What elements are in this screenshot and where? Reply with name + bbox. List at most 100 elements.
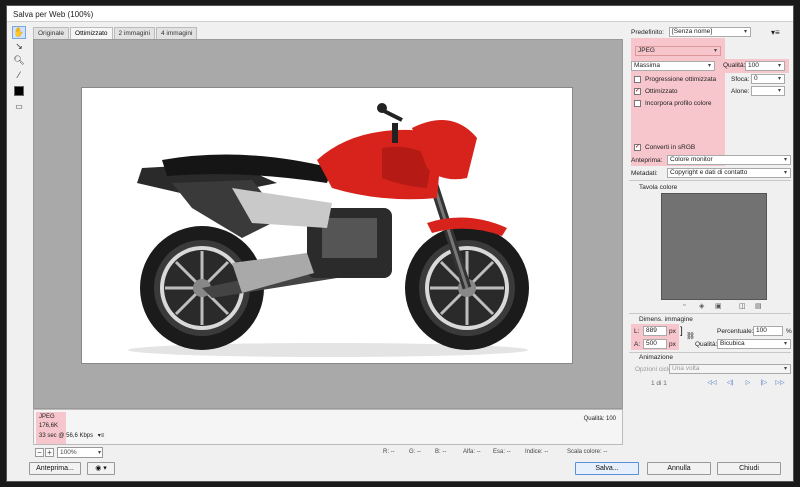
optimized-label: Ottimizzato: [645, 88, 678, 95]
loop-select[interactable]: Una volta ▾: [669, 364, 791, 374]
zoom-out-button[interactable]: −: [35, 448, 44, 457]
web-shift-icon[interactable]: ◈: [699, 302, 704, 310]
loop-label: Opzioni ciclo:: [635, 366, 674, 373]
last-frame-icon[interactable]: ▷▷: [773, 379, 787, 388]
divider: [629, 313, 791, 314]
chevron-down-icon: ▾: [777, 63, 781, 69]
chevron-down-icon: ▾: [783, 157, 787, 163]
format-select[interactable]: JPEG ▾: [635, 46, 721, 56]
preset-select[interactable]: [Senza nome] ▾: [669, 27, 751, 37]
info-format: JPEG: [39, 414, 55, 420]
height-input[interactable]: 500: [643, 339, 667, 349]
animation-label: Animazione: [639, 354, 673, 361]
percent-sign: %: [786, 328, 792, 335]
chain-link-icon[interactable]: ⛓: [686, 332, 695, 340]
height-label: A:: [634, 341, 641, 348]
tab-2-up[interactable]: 2 immagini: [113, 27, 155, 39]
chevron-down-icon: ▾: [743, 29, 747, 35]
zoom-icon[interactable]: 🔍︎: [12, 54, 26, 67]
status-index: Indice: --: [525, 449, 549, 455]
preview-mode-value: Colore monitor: [670, 156, 713, 163]
new-color-icon[interactable]: ◫: [739, 302, 746, 310]
trash-icon[interactable]: ▤: [755, 302, 762, 310]
embed-profile-label: Incorpora profilo colore: [645, 100, 712, 107]
settings-panel: Predefinito: [Senza nome] ▾ ▾≡ JPEG ▾ Ma…: [627, 26, 793, 464]
zoom-level-select[interactable]: 100% ▾: [57, 447, 103, 458]
info-quality: Qualità: 100: [583, 416, 616, 422]
info-download-time-text: 33 sec @ 56,6 Kbps: [39, 433, 94, 439]
quality-label: Qualità:: [723, 62, 746, 69]
chevron-down-icon: ▾: [777, 76, 781, 82]
blur-label: Sfoca:: [731, 76, 750, 83]
eyedropper-icon[interactable]: ⁄: [12, 68, 26, 81]
status-color-scale: Scala colore: --: [567, 449, 608, 455]
quality-input[interactable]: 100 ▾: [745, 61, 785, 71]
percent-value: 100: [756, 327, 767, 334]
hand-tool-icon[interactable]: ✋: [12, 26, 26, 39]
info-download-time: 33 sec @ 56,6 Kbps ▾≡: [39, 432, 104, 439]
info-file-size: 176,6K: [39, 423, 59, 429]
optimized-checkbox[interactable]: ✓: [634, 88, 641, 95]
divider: [629, 180, 791, 181]
convert-srgb-checkbox[interactable]: ✓: [634, 144, 641, 151]
eyedropper-color-swatch[interactable]: [14, 86, 24, 96]
optimize-menu-icon[interactable]: ▾≡: [771, 28, 780, 37]
matte-label: Alone:: [731, 88, 750, 95]
status-r: R: --: [383, 449, 395, 455]
width-unit: px: [669, 328, 676, 335]
window-title: Salva per Web (100%): [13, 10, 94, 19]
blur-input[interactable]: 0 ▾: [751, 74, 785, 84]
previous-frame-icon[interactable]: ◁|: [723, 379, 737, 388]
info-menu-icon[interactable]: ▾≡: [98, 433, 105, 439]
width-value: 889: [646, 327, 657, 334]
image-size-label: Dimens. immagine: [639, 316, 693, 323]
progressive-checkbox[interactable]: [634, 76, 641, 83]
color-table[interactable]: [661, 193, 767, 300]
width-input[interactable]: 889: [643, 326, 667, 336]
height-unit: px: [669, 341, 676, 348]
browser-preview-button[interactable]: ◉ ▾: [87, 462, 115, 475]
play-icon[interactable]: ▷: [741, 379, 755, 388]
quality-preset-select[interactable]: Massima ▾: [631, 61, 715, 71]
divider: [629, 352, 791, 353]
zoom-level-value: 100%: [60, 449, 77, 456]
tab-original[interactable]: Originale: [33, 27, 70, 39]
progressive-label: Progressione ottimizzata: [645, 76, 717, 83]
chevron-down-icon: ▾: [777, 88, 781, 94]
first-frame-icon[interactable]: ◁◁: [705, 379, 719, 388]
view-tabs: Originale Ottimizzato 2 immagini 4 immag…: [33, 27, 198, 39]
lock-color-icon[interactable]: ▣: [715, 302, 722, 310]
map-color-icon[interactable]: ▫: [683, 302, 685, 309]
status-row: − + 100% ▾ R: -- G: -- B: -- Alfa: -- Es…: [33, 447, 623, 459]
width-label: L:: [634, 328, 640, 335]
next-frame-icon[interactable]: |▷: [757, 379, 771, 388]
toggle-slices-icon[interactable]: ▭: [12, 100, 26, 113]
preset-label: Predefinito:: [631, 29, 664, 36]
tab-optimized[interactable]: Ottimizzato: [70, 27, 113, 39]
blur-value: 0: [754, 75, 758, 82]
resample-value: Bicubica: [720, 340, 745, 347]
chevron-down-icon: ▾: [783, 170, 787, 176]
resample-select[interactable]: Bicubica ▾: [717, 339, 791, 349]
resample-label: Qualità:: [695, 341, 718, 348]
matte-select[interactable]: ▾: [751, 86, 785, 96]
loop-value: Una volta: [672, 365, 700, 372]
chevron-down-icon: ▾: [713, 48, 717, 54]
tab-4-up[interactable]: 4 immagini: [155, 27, 198, 39]
percent-input[interactable]: 100: [753, 326, 783, 336]
preview-mode-select[interactable]: Colore monitor ▾: [667, 155, 791, 165]
browser-icon: ◉ ▾: [95, 465, 107, 472]
slice-select-icon[interactable]: ↘: [12, 40, 26, 53]
status-hex: Esa: --: [493, 449, 511, 455]
chevron-down-icon: ▾: [783, 341, 787, 347]
embed-profile-checkbox[interactable]: [634, 100, 641, 107]
metadata-select[interactable]: Copyright e dati di contatto ▾: [667, 168, 791, 178]
preview-button[interactable]: Anteprima...: [29, 462, 81, 475]
image-canvas[interactable]: [81, 87, 573, 364]
preset-value: [Senza nome]: [672, 28, 713, 35]
toolbar: ✋ ↘ 🔍︎ ⁄ ▭: [9, 26, 29, 116]
zoom-in-button[interactable]: +: [45, 448, 54, 457]
preview-area[interactable]: [33, 39, 623, 409]
optimization-info-bar: JPEG 176,6K 33 sec @ 56,6 Kbps ▾≡ Qualit…: [33, 409, 623, 445]
convert-srgb-label: Converti in sRGB: [645, 144, 696, 151]
